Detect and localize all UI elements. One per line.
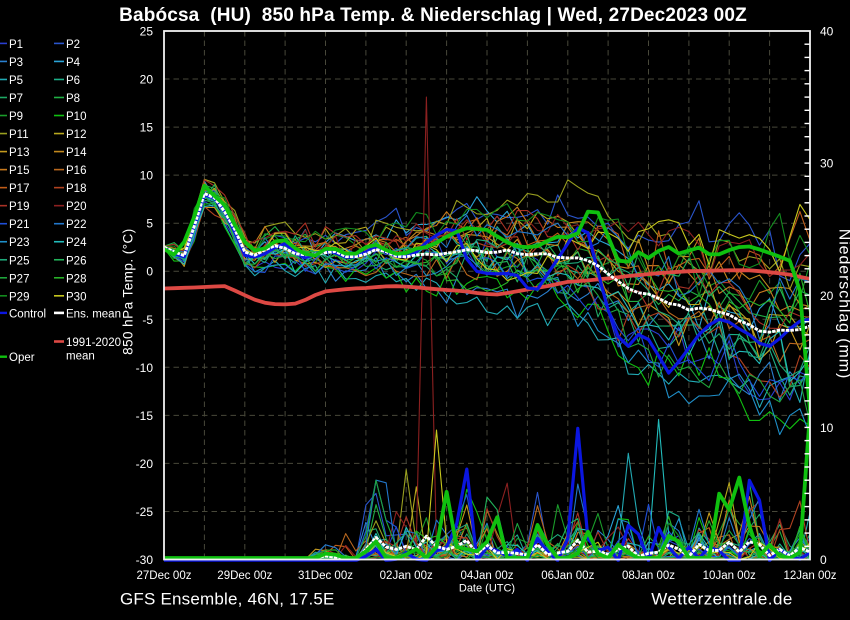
svg-text:29Dec 00z: 29Dec 00z [217,570,272,582]
svg-text:P2: P2 [66,39,80,51]
svg-text:10: 10 [140,169,154,183]
svg-text:30: 30 [820,157,834,171]
svg-text:P11: P11 [9,129,29,141]
svg-text:P23: P23 [9,237,29,249]
svg-text:0: 0 [820,553,827,567]
svg-text:850 hPa Temp. (°C): 850 hPa Temp. (°C) [121,228,136,355]
svg-text:20: 20 [820,289,834,303]
svg-text:P6: P6 [66,75,80,87]
svg-text:P24: P24 [66,237,87,249]
svg-text:Niederschlag (mm): Niederschlag (mm) [836,229,850,379]
svg-text:P1: P1 [9,39,23,51]
svg-text:P27: P27 [9,273,29,285]
svg-text:P16: P16 [66,165,86,177]
svg-text:-10: -10 [136,361,154,375]
svg-text:P26: P26 [66,255,86,267]
svg-text:P20: P20 [66,201,86,213]
svg-text:27Dec 00z: 27Dec 00z [137,570,192,582]
svg-text:-30: -30 [136,553,154,567]
svg-text:-20: -20 [136,457,154,471]
svg-text:Control: Control [9,308,46,320]
svg-text:10Jan 00z: 10Jan 00z [703,570,756,582]
svg-text:GFS Ensemble, 46N, 17.5E: GFS Ensemble, 46N, 17.5E [120,590,335,609]
svg-text:P21: P21 [9,219,29,231]
svg-text:P28: P28 [66,273,86,285]
svg-text:04Jan 00z: 04Jan 00z [460,570,513,582]
svg-text:P22: P22 [66,219,86,231]
svg-text:P19: P19 [9,201,29,213]
svg-text:P3: P3 [9,57,23,69]
svg-text:0: 0 [146,265,153,279]
svg-text:mean: mean [66,351,95,363]
svg-text:15: 15 [140,121,154,135]
svg-text:P10: P10 [66,111,86,123]
svg-text:25: 25 [140,25,154,39]
svg-text:P13: P13 [9,147,29,159]
svg-text:-25: -25 [136,505,154,519]
svg-text:-5: -5 [142,313,153,327]
svg-text:P5: P5 [9,75,23,87]
svg-text:31Dec 00z: 31Dec 00z [298,570,353,582]
svg-text:Oper: Oper [9,352,35,364]
svg-text:-15: -15 [136,409,154,423]
svg-text:P12: P12 [66,129,86,141]
svg-text:Wetterzentrale.de: Wetterzentrale.de [651,590,793,609]
svg-text:P4: P4 [66,57,81,69]
svg-text:P15: P15 [9,165,29,177]
svg-text:06Jan 00z: 06Jan 00z [541,570,594,582]
svg-text:02Jan 00z: 02Jan 00z [380,570,433,582]
svg-text:P29: P29 [9,291,29,303]
svg-text:P30: P30 [66,291,86,303]
svg-text:P14: P14 [66,147,87,159]
svg-text:20: 20 [140,73,154,87]
svg-text:12Jan 00z: 12Jan 00z [783,570,836,582]
svg-text:40: 40 [820,25,834,39]
svg-text:Ens. mean: Ens. mean [66,308,121,320]
svg-text:1991-2020: 1991-2020 [66,337,121,349]
svg-text:P17: P17 [9,183,29,195]
svg-text:P25: P25 [9,255,29,267]
svg-text:P8: P8 [66,93,80,105]
svg-text:08Jan 00z: 08Jan 00z [622,570,675,582]
svg-text:10: 10 [820,421,834,435]
svg-text:P18: P18 [66,183,86,195]
svg-text:5: 5 [146,217,153,231]
svg-text:P7: P7 [9,93,23,105]
svg-text:Date (UTC): Date (UTC) [459,583,515,595]
svg-text:P9: P9 [9,111,23,123]
svg-text:Babócsa (HU) 850 hPa Temp. &: Babócsa (HU) 850 hPa Temp. & Niederschla… [119,5,747,26]
